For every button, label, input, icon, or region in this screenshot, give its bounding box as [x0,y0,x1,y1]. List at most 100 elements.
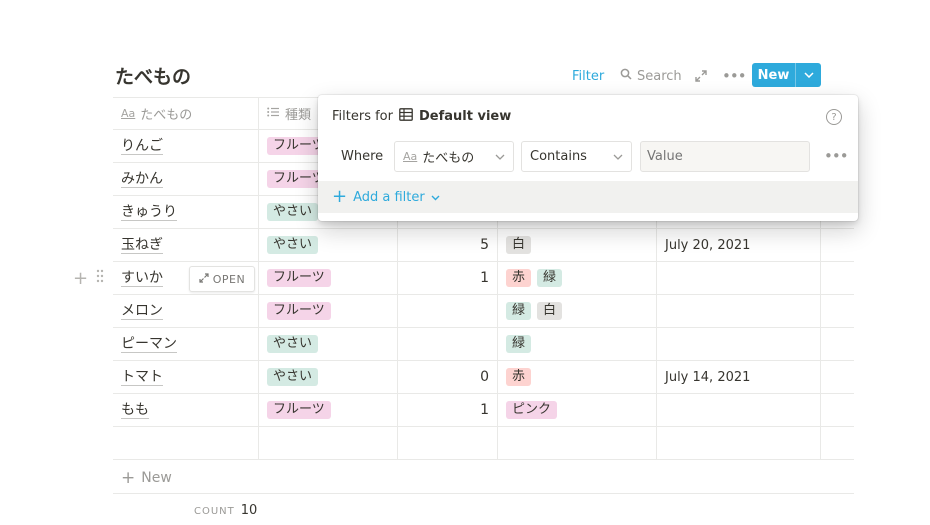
cell-kind[interactable]: やさい [259,229,398,261]
open-row-button[interactable]: OPEN [189,266,255,292]
cell-date[interactable] [657,295,821,327]
filter-operator-select[interactable]: Contains [521,141,632,172]
cell-kind[interactable]: フルーツ [259,394,398,426]
column-header-name[interactable]: Aa たべもの [113,98,259,129]
color-tag: 赤 [506,368,532,386]
help-icon[interactable]: ? [826,109,842,125]
table-row[interactable]: もも フルーツ 1 ピンク [113,394,854,427]
cell-name[interactable]: みかん [113,163,259,195]
search-label: Search [637,68,682,84]
cell-name[interactable]: 玉ねぎ [113,229,259,261]
filter-header-prefix: Filters for [332,109,393,124]
table-row[interactable]: メロン フルーツ 緑白 [113,295,854,328]
color-tag: 白 [506,236,532,254]
table-row[interactable]: ピーマン やさい 緑 [113,328,854,361]
cell-name[interactable]: メロン [113,295,259,327]
kind-tag: やさい [267,335,319,353]
expand-icon[interactable] [695,64,707,88]
filter-property-select[interactable]: Aa たべもの [394,141,514,172]
row-title[interactable]: みかん [121,171,163,188]
row-title[interactable]: もも [121,402,149,419]
list-property-icon [267,106,279,121]
open-expand-icon [199,272,209,286]
table-row[interactable]: 玉ねぎ やさい 5 白 July 20, 2021 [113,229,854,262]
filter-operator-value: Contains [530,149,587,164]
cell-date[interactable] [657,394,821,426]
cell-kind[interactable]: フルーツ [259,295,398,327]
cell-empty [821,229,854,261]
column-header-label: 種類 [285,108,312,123]
row-count[interactable]: COUNT 10 [194,503,257,518]
plus-icon: + [121,467,136,488]
cell-kind[interactable]: やさい [259,361,398,393]
drag-handle-icon[interactable] [96,269,104,287]
chevron-down-icon[interactable] [796,63,821,87]
cell-empty [821,262,854,294]
row-title[interactable]: トマト [121,369,163,386]
cell-number[interactable]: 0 [398,361,498,393]
more-icon[interactable]: ••• [722,64,747,88]
cell-kind[interactable]: フルーツ [259,262,398,294]
color-tag: 緑 [537,269,563,287]
color-tag: 赤 [506,269,532,287]
cell-number[interactable]: 1 [398,394,498,426]
filter-value-input[interactable] [640,141,810,172]
table-row[interactable]: トマト やさい 0 赤 July 14, 2021 [113,361,854,394]
cell-color[interactable]: 赤 [498,361,657,393]
add-filter-button[interactable]: + Add a filter [318,181,858,213]
page-title: たべもの [115,66,192,88]
cell-name[interactable]: ピーマン [113,328,259,360]
cell-date[interactable] [657,328,821,360]
open-label: OPEN [212,272,246,286]
chevron-down-icon [431,190,440,205]
cell-number[interactable] [398,295,498,327]
cell-color[interactable]: 緑白 [498,295,657,327]
row-title[interactable]: メロン [121,303,163,320]
row-title[interactable]: すいか [121,270,163,287]
cell-number[interactable]: 1 [398,262,498,294]
table-icon [399,108,413,125]
add-row-plus-icon[interactable]: + [73,268,88,289]
search-icon [620,68,632,84]
row-title[interactable]: りんご [121,138,163,155]
chevron-down-icon [613,150,623,163]
count-label: COUNT [194,506,235,517]
cell-color[interactable]: 赤緑 [498,262,657,294]
add-filter-label: Add a filter [353,189,425,205]
cell-name[interactable]: もも [113,394,259,426]
view-name[interactable]: Default view [419,109,511,124]
cell-color[interactable]: 緑 [498,328,657,360]
row-title[interactable]: ピーマン [121,336,177,353]
more-icon[interactable]: ••• [824,147,849,165]
color-tag: 白 [537,302,563,320]
kind-tag: やさい [267,203,319,221]
row-title[interactable]: きゅうり [121,204,177,221]
where-label: Where [341,149,384,164]
cell-number[interactable] [398,328,498,360]
color-tag: ピンク [506,401,558,419]
cell-kind[interactable]: やさい [259,328,398,360]
cell-empty [821,328,854,360]
cell-color[interactable]: 白 [498,229,657,261]
cell-color[interactable]: ピンク [498,394,657,426]
filter-property-value: たべもの [422,151,475,166]
table-row-empty[interactable] [113,427,854,460]
cell-date[interactable] [657,262,821,294]
search-button[interactable]: Search [620,64,682,88]
cell-name[interactable]: りんご [113,130,259,162]
cell-date[interactable]: July 14, 2021 [657,361,821,393]
cell-empty [821,295,854,327]
cell-name[interactable]: トマト [113,361,259,393]
cell-date[interactable]: July 20, 2021 [657,229,821,261]
cell-empty [821,394,854,426]
column-header-label: たべもの [140,108,193,123]
add-new-row-button[interactable]: + New [113,462,854,494]
filter-button[interactable]: Filter [572,64,604,88]
cell-name[interactable]: きゅうり [113,196,259,228]
row-title[interactable]: 玉ねぎ [121,237,163,254]
kind-tag: やさい [267,236,319,254]
new-button[interactable]: New [752,63,821,87]
cell-number[interactable]: 5 [398,229,498,261]
chevron-down-icon [495,150,505,163]
new-button-label[interactable]: New [752,63,796,87]
